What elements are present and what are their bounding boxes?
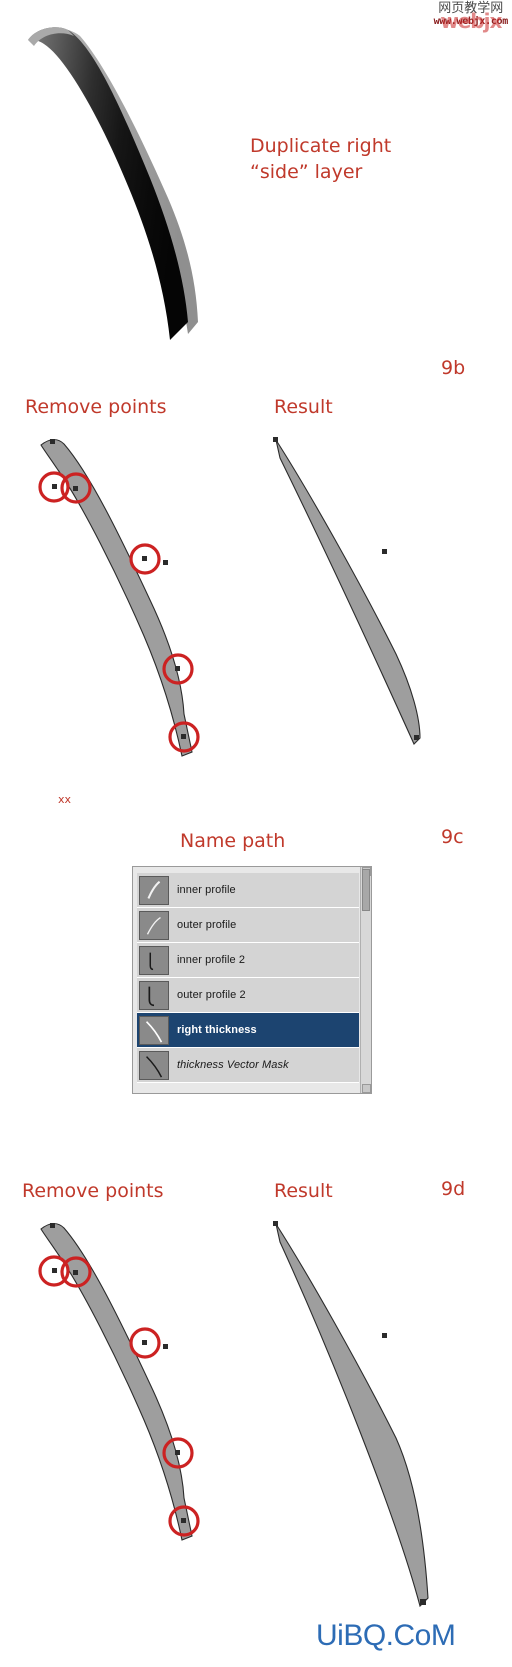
- anchor-point: [73, 1270, 78, 1275]
- photoshop-paths-panel[interactable]: inner profile outer profile inner profil…: [132, 866, 372, 1094]
- path-stroke-icon: [139, 945, 169, 975]
- uibq-watermark: UiBQ.CoM: [316, 1619, 456, 1652]
- anchor-point: [163, 560, 168, 565]
- annotation-xx-marker: xx: [58, 793, 72, 806]
- anchor-point: [382, 549, 387, 554]
- path-row-selected[interactable]: right thickness: [137, 1013, 359, 1048]
- anchor-point: [273, 1221, 278, 1226]
- path-name-label: inner profile: [177, 884, 236, 896]
- annotation-result-1: Result: [274, 396, 333, 418]
- path-name-label: thickness Vector Mask: [177, 1059, 289, 1071]
- annotation-remove-points-2: Remove points: [22, 1180, 164, 1202]
- path-stroke-icon: [139, 875, 169, 905]
- path-name-label: inner profile 2: [177, 954, 246, 966]
- path-name-label: outer profile 2: [177, 989, 246, 1001]
- path-row[interactable]: inner profile 2: [137, 943, 359, 978]
- step-label-9b: 9b: [441, 357, 466, 379]
- path-row[interactable]: inner profile: [137, 873, 359, 908]
- anchor-point: [52, 1268, 57, 1273]
- anchor-point: [382, 1333, 387, 1338]
- anchor-point: [50, 1223, 55, 1228]
- path-name-label: outer profile: [177, 919, 237, 931]
- anchor-point: [142, 556, 147, 561]
- anchor-point: [175, 666, 180, 671]
- vector-mask-icon: [139, 1050, 169, 1080]
- blade-main-body: [28, 27, 188, 341]
- path-name-label: right thickness: [177, 1024, 257, 1036]
- figure-shaded-blade: [10, 22, 230, 342]
- step-label-9c: 9c: [441, 826, 464, 848]
- path-row[interactable]: outer profile 2: [137, 978, 359, 1013]
- anchor-point: [142, 1340, 147, 1345]
- annotation-name-path: Name path: [180, 830, 286, 852]
- anchor-point: [50, 439, 55, 444]
- paths-panel-scrollbar[interactable]: [360, 867, 371, 1093]
- scrollbar-thumb[interactable]: [362, 869, 370, 911]
- anchor-point: [52, 484, 57, 489]
- anchor-point: [73, 486, 78, 491]
- anchor-point: [163, 1344, 168, 1349]
- tutorial-page: 网页教学网 www.webjx.com webjx Duplicate righ…: [0, 0, 512, 1667]
- path-stroke-icon: [139, 910, 169, 940]
- vector-shape-path-2: [40, 1223, 193, 1541]
- figure-result-shape-2: [268, 1216, 448, 1616]
- path-row[interactable]: outer profile: [137, 908, 359, 943]
- annotation-result-2: Result: [274, 1180, 333, 1202]
- paths-list[interactable]: inner profile outer profile inner profil…: [133, 867, 371, 1093]
- annotation-duplicate-layer: Duplicate right “side” layer: [250, 135, 392, 183]
- anchor-point: [414, 735, 419, 740]
- watermark-chinese-text: 网页教学网: [438, 1, 504, 16]
- scroll-down-arrow-icon[interactable]: [362, 1084, 371, 1093]
- figure-result-shape-1: [268, 432, 448, 752]
- path-stroke-icon: [139, 1015, 169, 1045]
- vector-shape-path-1: [40, 439, 193, 757]
- anchor-point: [420, 1599, 426, 1605]
- anchor-point: [175, 1450, 180, 1455]
- figure-path-with-points-1: [24, 432, 224, 762]
- step-label-9d: 9d: [441, 1178, 466, 1200]
- anchor-point: [181, 734, 186, 739]
- annotation-remove-points-1: Remove points: [25, 396, 167, 418]
- watermark-url-text: www.webjx.com: [433, 15, 509, 27]
- path-row[interactable]: thickness Vector Mask: [137, 1048, 359, 1083]
- anchor-point: [273, 437, 278, 442]
- vector-shape-result-1: [275, 439, 421, 745]
- anchor-point: [181, 1518, 186, 1523]
- path-stroke-icon: [139, 980, 169, 1010]
- site-watermark-top: 网页教学网 www.webjx.com webjx: [433, 1, 509, 32]
- vector-shape-result-2: [275, 1223, 429, 1608]
- figure-path-with-points-2: [24, 1216, 224, 1546]
